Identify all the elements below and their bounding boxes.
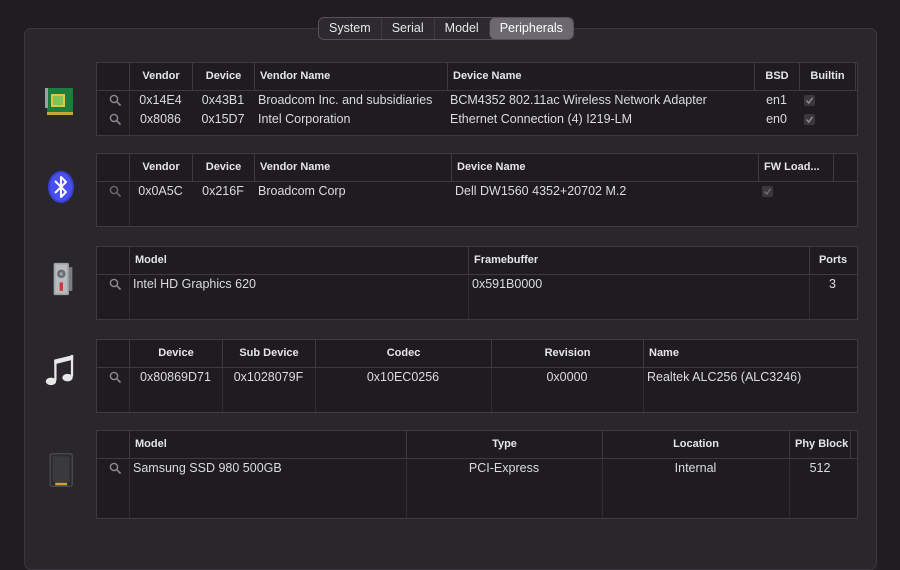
col-name[interactable]: Name [643,340,856,367]
bsd-cell: en0 [766,112,787,126]
device-name-cell: Ethernet Connection (4) I219-LM [450,112,633,126]
storage-drive-icon [49,453,73,487]
col-fw-load[interactable]: FW Load... [758,154,834,181]
fw-load-checkbox[interactable] [762,186,773,197]
codec-cell: 0x10EC0256 [366,370,440,384]
col-bsd[interactable]: BSD [754,63,799,90]
col-model[interactable]: Model [129,431,406,458]
col-device[interactable]: Device [192,154,254,181]
vendor-cell: 0x0A5C [138,184,183,198]
model-cell: Samsung SSD 980 500GB [133,461,282,475]
bsd-cell: en1 [766,93,787,107]
col-device-name[interactable]: Device Name [447,63,754,90]
vendor-name-cell: Intel Corporation [258,112,351,126]
vendor-cell: 0x14E4 [139,93,182,107]
bluetooth-table: Vendor Device Vendor Name Device Name FW… [96,153,858,227]
col-device[interactable]: Device [192,63,254,90]
search-icon[interactable] [109,185,122,198]
device-name-cell: BCM4352 802.11ac Wireless Network Adapte… [450,93,707,107]
model-cell: Intel HD Graphics 620 [133,277,256,291]
storage-table: Model Type Location Phy Block Samsung SS… [96,430,858,519]
tab-model[interactable]: Model [433,18,489,39]
col-ports[interactable]: Ports [809,247,856,274]
search-icon[interactable] [109,278,122,291]
graphics-card-icon [53,262,73,296]
col-device-name[interactable]: Device Name [451,154,758,181]
network-table: Vendor Device Vendor Name Device Name BS… [96,62,858,136]
type-cell: PCI-Express [468,461,540,475]
name-cell: Realtek ALC256 (ALC3246) [647,370,802,384]
tab-serial[interactable]: Serial [380,18,434,39]
device-cell: 0x15D7 [201,112,245,126]
table-row[interactable]: 0x0A5C 0x216F Broadcom Corp Dell DW1560 … [97,182,857,201]
col-vendor-name[interactable]: Vendor Name [254,63,447,90]
col-type[interactable]: Type [406,431,602,458]
table-row[interactable]: 0x14E4 0x43B1 Broadcom Inc. and subsidia… [97,91,857,110]
search-icon[interactable] [109,113,122,126]
col-builtin[interactable]: Builtin [799,63,856,90]
music-note-icon [45,354,74,386]
col-sub-device[interactable]: Sub Device [222,340,315,367]
tab-system[interactable]: System [319,18,381,39]
col-device[interactable]: Device [129,340,222,367]
framebuffer-cell: 0x591B0000 [472,277,543,291]
audio-table: Device Sub Device Codec Revision Name 0x… [96,339,858,413]
table-row[interactable]: Intel HD Graphics 620 0x591B0000 3 [97,275,857,294]
location-cell: Internal [674,461,717,475]
device-cell: 0x216F [202,184,244,198]
ports-cell: 3 [829,277,836,291]
builtin-checkbox[interactable] [804,95,815,106]
search-icon[interactable] [109,94,122,107]
table-row[interactable]: Samsung SSD 980 500GB PCI-Express Intern… [97,459,857,478]
tab-bar: System Serial Model Peripherals [318,17,574,40]
col-phy-block[interactable]: Phy Block [789,431,851,458]
col-model[interactable]: Model [129,247,468,274]
col-codec[interactable]: Codec [315,340,491,367]
col-vendor[interactable]: Vendor [129,154,192,181]
network-card-icon [45,88,73,115]
col-vendor-name[interactable]: Vendor Name [254,154,451,181]
device-cell: 0x80869D71 [140,370,211,384]
device-cell: 0x43B1 [201,93,245,107]
sub-device-cell: 0x1028079F [233,370,304,384]
col-framebuffer[interactable]: Framebuffer [468,247,809,274]
col-vendor[interactable]: Vendor [129,63,192,90]
revision-cell: 0x0000 [546,370,588,384]
bluetooth-icon [48,171,74,203]
builtin-checkbox[interactable] [804,114,815,125]
table-row[interactable]: 0x8086 0x15D7 Intel Corporation Ethernet… [97,110,857,129]
device-name-cell: Dell DW1560 4352+20702 M.2 [455,184,627,198]
phy-block-cell: 512 [809,461,831,475]
vendor-name-cell: Broadcom Inc. and subsidiaries [258,93,433,107]
search-icon[interactable] [109,371,122,384]
search-icon[interactable] [109,462,122,475]
col-location[interactable]: Location [602,431,789,458]
vendor-name-cell: Broadcom Corp [258,184,346,198]
graphics-table: Model Framebuffer Ports Intel HD Graphic… [96,246,858,320]
col-revision[interactable]: Revision [491,340,643,367]
table-row[interactable]: 0x80869D71 0x1028079F 0x10EC0256 0x0000 … [97,368,857,387]
vendor-cell: 0x8086 [139,112,181,126]
tab-peripherals[interactable]: Peripherals [488,18,573,39]
